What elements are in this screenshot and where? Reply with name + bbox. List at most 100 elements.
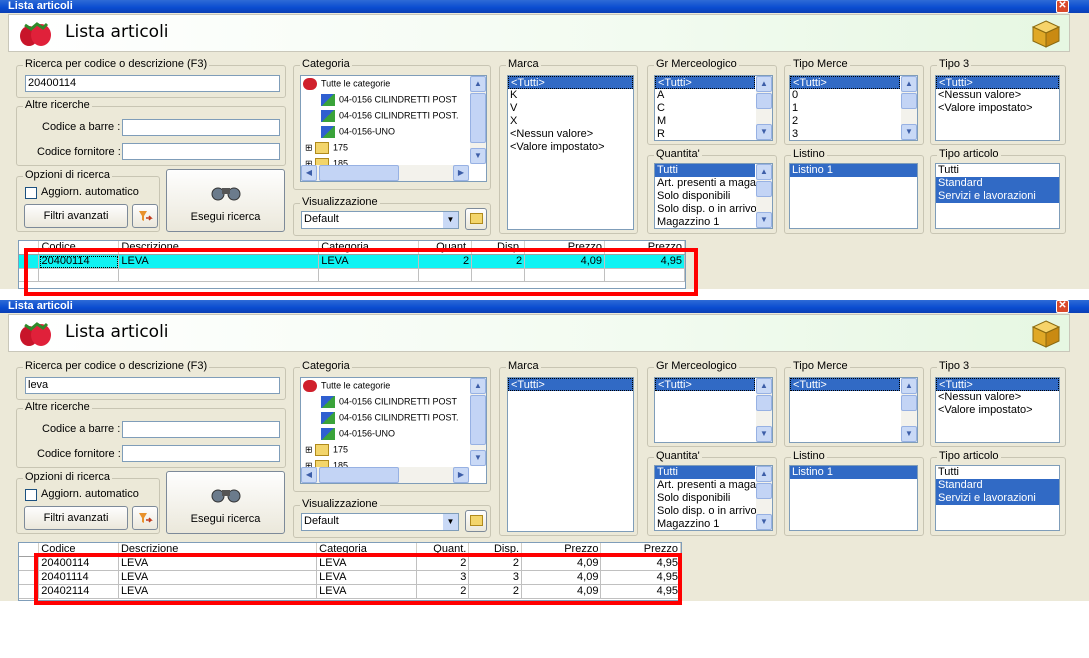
view-select[interactable]: Default ▼ (301, 513, 459, 531)
scroll-down-button[interactable]: ▼ (756, 212, 772, 228)
list-item[interactable]: Solo disp. o in arrivo (655, 203, 772, 216)
tree-node-all[interactable]: Tutte le categorie (303, 380, 390, 396)
goods-type-list[interactable]: <Tutti> ▲ ▼ (789, 377, 918, 443)
type3-list[interactable]: <Tutti> <Nessun valore> <Valore impostat… (935, 377, 1060, 443)
list-item[interactable]: <Valore impostato> (936, 102, 1059, 115)
list-item[interactable]: Art. presenti a magazz (655, 177, 772, 190)
scroll-thumb[interactable] (901, 395, 917, 411)
category-vscrollbar[interactable]: ▲ ▼ (470, 378, 486, 466)
folder-button[interactable] (465, 208, 487, 230)
list-item[interactable]: Solo disponibili (655, 492, 772, 505)
scroll-down-button[interactable]: ▼ (901, 124, 917, 140)
scroll-up-button[interactable]: ▲ (756, 378, 772, 394)
scroll-down-button[interactable]: ▼ (470, 148, 486, 164)
merch-vscrollbar[interactable]: ▲ ▼ (756, 76, 772, 140)
article-type-list[interactable]: Tutti Standard Servizi e lavorazioni (935, 163, 1060, 229)
folder-button[interactable] (465, 510, 487, 532)
category-vscrollbar[interactable]: ▲ ▼ (470, 76, 486, 164)
scroll-thumb[interactable] (470, 395, 486, 445)
scroll-right-button[interactable]: ▶ (453, 467, 469, 483)
advanced-filters-button[interactable]: Filtri avanzati (24, 204, 128, 228)
scroll-thumb[interactable] (756, 483, 772, 499)
run-search-button[interactable]: Esegui ricerca (166, 169, 285, 232)
scroll-down-button[interactable]: ▼ (756, 426, 772, 442)
pricelist-list[interactable]: Listino 1 (789, 465, 918, 531)
scroll-left-button[interactable]: ◀ (301, 467, 317, 483)
list-item[interactable]: Servizi e lavorazioni (936, 190, 1059, 203)
goods-type-vscrollbar[interactable]: ▲ ▼ (901, 378, 917, 442)
quantity-vscrollbar[interactable]: ▲ ▼ (756, 466, 772, 530)
close-button[interactable]: ✕ (1056, 0, 1069, 13)
list-item[interactable]: Listino 1 (790, 164, 917, 177)
scroll-thumb[interactable] (319, 165, 399, 181)
list-item[interactable]: 3 (790, 128, 917, 140)
list-item[interactable]: <Tutti> (508, 378, 633, 391)
category-hscrollbar[interactable]: ◀ ▶ (301, 165, 469, 181)
list-item[interactable]: A (655, 89, 772, 102)
scroll-thumb[interactable] (901, 93, 917, 109)
list-item[interactable]: Tutti (655, 164, 755, 177)
scroll-right-button[interactable]: ▶ (453, 165, 469, 181)
list-item[interactable]: R (655, 128, 772, 140)
scroll-down-button[interactable]: ▼ (756, 514, 772, 530)
list-item[interactable]: <Tutti> (936, 76, 1059, 89)
scroll-up-button[interactable]: ▲ (901, 378, 917, 394)
list-item[interactable]: <Tutti> (655, 378, 755, 391)
scroll-up-button[interactable]: ▲ (756, 466, 772, 482)
filter-button[interactable] (132, 506, 158, 530)
list-item[interactable]: K (508, 89, 633, 102)
list-item[interactable]: 0 (790, 89, 917, 102)
brand-list[interactable]: <Tutti> (507, 377, 634, 532)
list-item[interactable]: <Nessun valore> (936, 89, 1059, 102)
list-item[interactable]: M (655, 115, 772, 128)
list-item[interactable]: <Tutti> (655, 76, 755, 89)
tree-node-item[interactable]: 04-0156 CILINDRETTI POST. (321, 110, 459, 126)
list-item[interactable]: <Valore impostato> (508, 141, 633, 154)
scroll-up-button[interactable]: ▲ (756, 164, 772, 180)
tree-node-all[interactable]: Tutte le categorie (303, 78, 390, 94)
list-item[interactable]: <Nessun valore> (508, 128, 633, 141)
scroll-left-button[interactable]: ◀ (301, 165, 317, 181)
list-item[interactable]: <Tutti> (936, 378, 1059, 391)
chevron-down-icon[interactable]: ▼ (443, 514, 458, 530)
search-input[interactable]: leva (25, 377, 280, 394)
auto-update-checkbox[interactable] (25, 187, 37, 199)
list-item[interactable]: Tutti (936, 466, 1059, 479)
list-item[interactable]: Servizi e lavorazioni (936, 492, 1059, 505)
list-item[interactable]: <Tutti> (790, 76, 900, 89)
merch-list[interactable]: <Tutti> ▲ ▼ (654, 377, 773, 443)
quantity-vscrollbar[interactable]: ▲ ▼ (756, 164, 772, 228)
list-item[interactable]: Solo disp. o in arrivo (655, 505, 772, 518)
view-select[interactable]: Default ▼ (301, 211, 459, 229)
close-button[interactable]: ✕ (1056, 300, 1069, 313)
tree-node-item[interactable]: 04-0156 CILINDRETTI POST. (321, 412, 459, 428)
scroll-thumb[interactable] (756, 93, 772, 109)
brand-list[interactable]: <Tutti> K V X <Nessun valore> <Valore im… (507, 75, 634, 230)
tree-node-item[interactable]: 04-0156 CILINDRETTI POST (321, 94, 457, 110)
list-item[interactable]: Solo disponibili (655, 190, 772, 203)
list-item[interactable]: Art. presenti a magazz (655, 479, 772, 492)
list-item[interactable]: <Tutti> (790, 378, 900, 391)
list-item[interactable]: Magazzino 1 (655, 518, 772, 530)
list-item[interactable]: Tutti (655, 466, 755, 479)
list-item[interactable]: V (508, 102, 633, 115)
scroll-up-button[interactable]: ▲ (756, 76, 772, 92)
quantity-list[interactable]: Tutti Art. presenti a magazz Solo dispon… (654, 465, 773, 531)
scroll-down-button[interactable]: ▼ (470, 450, 486, 466)
type3-list[interactable]: <Tutti> <Nessun valore> <Valore impostat… (935, 75, 1060, 141)
tree-node-item[interactable]: 04-0156 CILINDRETTI POST (321, 396, 457, 412)
category-hscrollbar[interactable]: ◀ ▶ (301, 467, 469, 483)
list-item[interactable]: <Nessun valore> (936, 391, 1059, 404)
scroll-up-button[interactable]: ▲ (470, 76, 486, 92)
list-item[interactable]: Tutti (936, 164, 1059, 177)
scroll-thumb[interactable] (756, 395, 772, 411)
chevron-down-icon[interactable]: ▼ (443, 212, 458, 228)
list-item[interactable]: C (655, 102, 772, 115)
scroll-up-button[interactable]: ▲ (901, 76, 917, 92)
barcode-input[interactable] (122, 421, 280, 438)
tree-node-item[interactable]: 04-0156-UNO (321, 126, 395, 142)
goods-type-vscrollbar[interactable]: ▲ ▼ (901, 76, 917, 140)
list-item[interactable]: 1 (790, 102, 917, 115)
list-item[interactable]: Magazzino 1 (655, 216, 772, 228)
list-item[interactable]: Standard (936, 479, 1059, 492)
